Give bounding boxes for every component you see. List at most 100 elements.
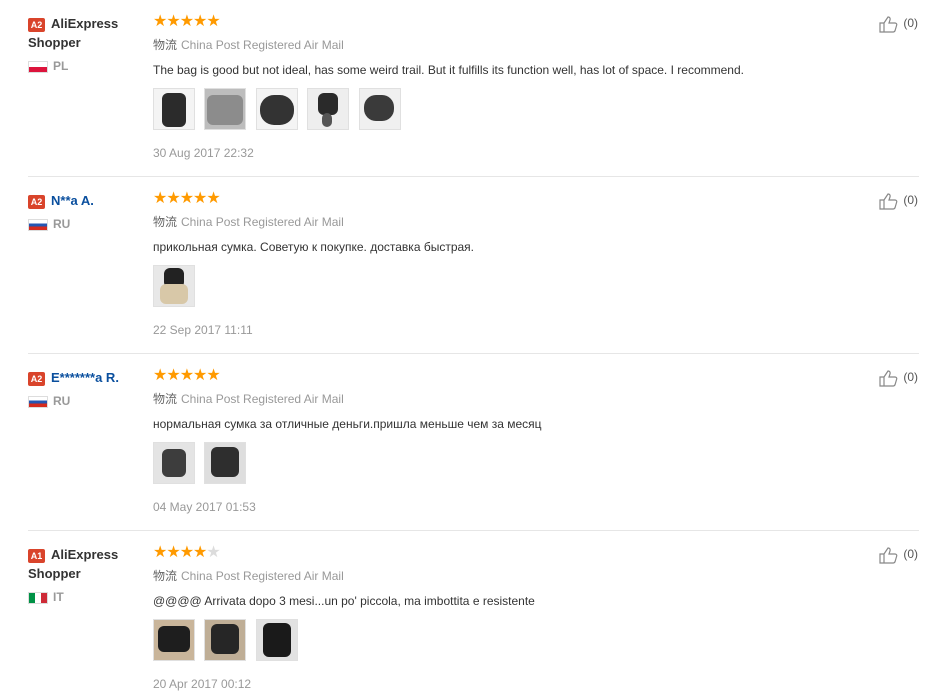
country-code: PL	[53, 59, 69, 73]
star-icon: ★	[166, 544, 180, 561]
review-date: 30 Aug 2017 22:32	[153, 146, 254, 160]
review-date: 04 May 2017 01:53	[153, 500, 256, 514]
review-photo-thumbnail[interactable]	[307, 88, 350, 130]
helpful-button[interactable]: (0)	[878, 191, 918, 210]
logistics-label: 物流	[153, 38, 178, 52]
review-comment: нормальная сумка за отличные деньги.приш…	[153, 417, 542, 431]
review-photo-thumbnail[interactable]	[153, 619, 195, 661]
buyer-country: IT	[28, 590, 148, 604]
poland-flag-icon	[28, 60, 48, 73]
country-code: IT	[53, 590, 64, 604]
helpful-button[interactable]: (0)	[878, 14, 918, 33]
review-photo-thumbnail[interactable]	[204, 619, 247, 661]
review-divider	[28, 530, 919, 531]
review-content: ★★★★★ 物流 China Post Registered Air Mail T…	[153, 14, 853, 161]
buyer-level-badge: A1	[28, 548, 45, 563]
star-icon: ★	[206, 190, 220, 207]
buyer-info: A2 E*******a R. RU	[28, 368, 148, 408]
shipping-name: China Post Registered Air Mail	[181, 215, 344, 229]
buyer-country: RU	[28, 217, 148, 231]
shipping-method: 物流 China Post Registered Air Mail	[153, 214, 853, 230]
star-empty-icon: ★	[206, 544, 220, 561]
russia-flag-icon	[28, 218, 48, 231]
logistics-label: 物流	[153, 569, 178, 583]
review-comment: @@@@ Arrivata dopo 3 mesi...un po' picco…	[153, 594, 535, 608]
helpful-count: (0)	[903, 16, 918, 30]
buyer-name-text[interactable]: E*******a R.	[51, 370, 119, 385]
star-rating: ★★★★★	[153, 545, 853, 561]
star-icon: ★	[193, 190, 207, 207]
review-photos	[153, 88, 853, 130]
review-photo-thumbnail[interactable]	[204, 442, 247, 484]
review-content: ★★★★★ 物流 China Post Registered Air Mail п…	[153, 191, 853, 338]
star-icon: ★	[153, 13, 167, 30]
buyer-info: A1 AliExpress Shopper IT	[28, 545, 148, 604]
review-divider	[28, 353, 919, 354]
review-divider	[28, 176, 919, 177]
buyer-name: A1 AliExpress Shopper	[28, 545, 148, 583]
buyer-name[interactable]: A2 E*******a R.	[28, 368, 148, 387]
buyer-name-text[interactable]: N**a A.	[51, 193, 94, 208]
buyer-name: A2 AliExpress Shopper	[28, 14, 148, 52]
star-icon: ★	[153, 367, 167, 384]
feedback-list: A2 AliExpress Shopper PL ★★★★★ 物流 China Po…	[0, 0, 950, 694]
thumbs-up-icon	[879, 370, 898, 387]
star-icon: ★	[193, 367, 207, 384]
helpful-button[interactable]: (0)	[878, 368, 918, 387]
star-icon: ★	[206, 367, 220, 384]
buyer-level-badge: A2	[28, 194, 45, 209]
buyer-name[interactable]: A2 N**a A.	[28, 191, 148, 210]
buyer-level-badge: A2	[28, 17, 45, 32]
star-rating: ★★★★★	[153, 191, 853, 207]
star-icon: ★	[166, 13, 180, 30]
buyer-country: RU	[28, 394, 148, 408]
star-icon: ★	[206, 13, 220, 30]
star-icon: ★	[166, 190, 180, 207]
review-photo-thumbnail[interactable]	[153, 88, 195, 130]
shipping-name: China Post Registered Air Mail	[181, 392, 344, 406]
star-icon: ★	[179, 190, 194, 207]
star-rating: ★★★★★	[153, 368, 853, 384]
helpful-count: (0)	[903, 547, 918, 561]
star-icon: ★	[193, 13, 207, 30]
review-content: ★★★★★ 物流 China Post Registered Air Mail @…	[153, 545, 853, 692]
star-icon: ★	[153, 190, 167, 207]
russia-flag-icon	[28, 395, 48, 408]
logistics-label: 物流	[153, 215, 178, 229]
review-photos	[153, 619, 853, 661]
logistics-label: 物流	[153, 392, 178, 406]
review-content: ★★★★★ 物流 China Post Registered Air Mail н…	[153, 368, 853, 515]
star-icon: ★	[179, 367, 194, 384]
review-photos	[153, 265, 853, 307]
star-icon: ★	[166, 367, 180, 384]
review-photo-thumbnail[interactable]	[255, 619, 298, 661]
helpful-count: (0)	[903, 193, 918, 207]
review-photo-thumbnail[interactable]	[204, 88, 247, 130]
buyer-level-badge: A2	[28, 371, 45, 386]
star-icon: ★	[179, 544, 194, 561]
buyer-country: PL	[28, 59, 148, 73]
review-photo-thumbnail[interactable]	[153, 442, 195, 484]
thumbs-up-icon	[879, 547, 898, 564]
review-photo-thumbnail[interactable]	[358, 88, 401, 130]
buyer-info: A2 N**a A. RU	[28, 191, 148, 231]
country-code: RU	[53, 217, 71, 231]
review-photo-thumbnail[interactable]	[255, 88, 298, 130]
country-code: RU	[53, 394, 71, 408]
shipping-method: 物流 China Post Registered Air Mail	[153, 568, 853, 584]
italy-flag-icon	[28, 591, 48, 604]
helpful-count: (0)	[903, 370, 918, 384]
buyer-info: A2 AliExpress Shopper PL	[28, 14, 148, 73]
helpful-button[interactable]: (0)	[878, 545, 918, 564]
review-photo-thumbnail[interactable]	[153, 265, 195, 307]
shipping-name: China Post Registered Air Mail	[181, 38, 344, 52]
star-icon: ★	[193, 544, 207, 561]
star-icon: ★	[179, 13, 194, 30]
shipping-method: 物流 China Post Registered Air Mail	[153, 391, 853, 407]
star-rating: ★★★★★	[153, 14, 853, 30]
star-icon: ★	[153, 544, 167, 561]
thumbs-up-icon	[879, 193, 898, 210]
thumbs-up-icon	[879, 16, 898, 33]
shipping-name: China Post Registered Air Mail	[181, 569, 344, 583]
shipping-method: 物流 China Post Registered Air Mail	[153, 37, 853, 53]
